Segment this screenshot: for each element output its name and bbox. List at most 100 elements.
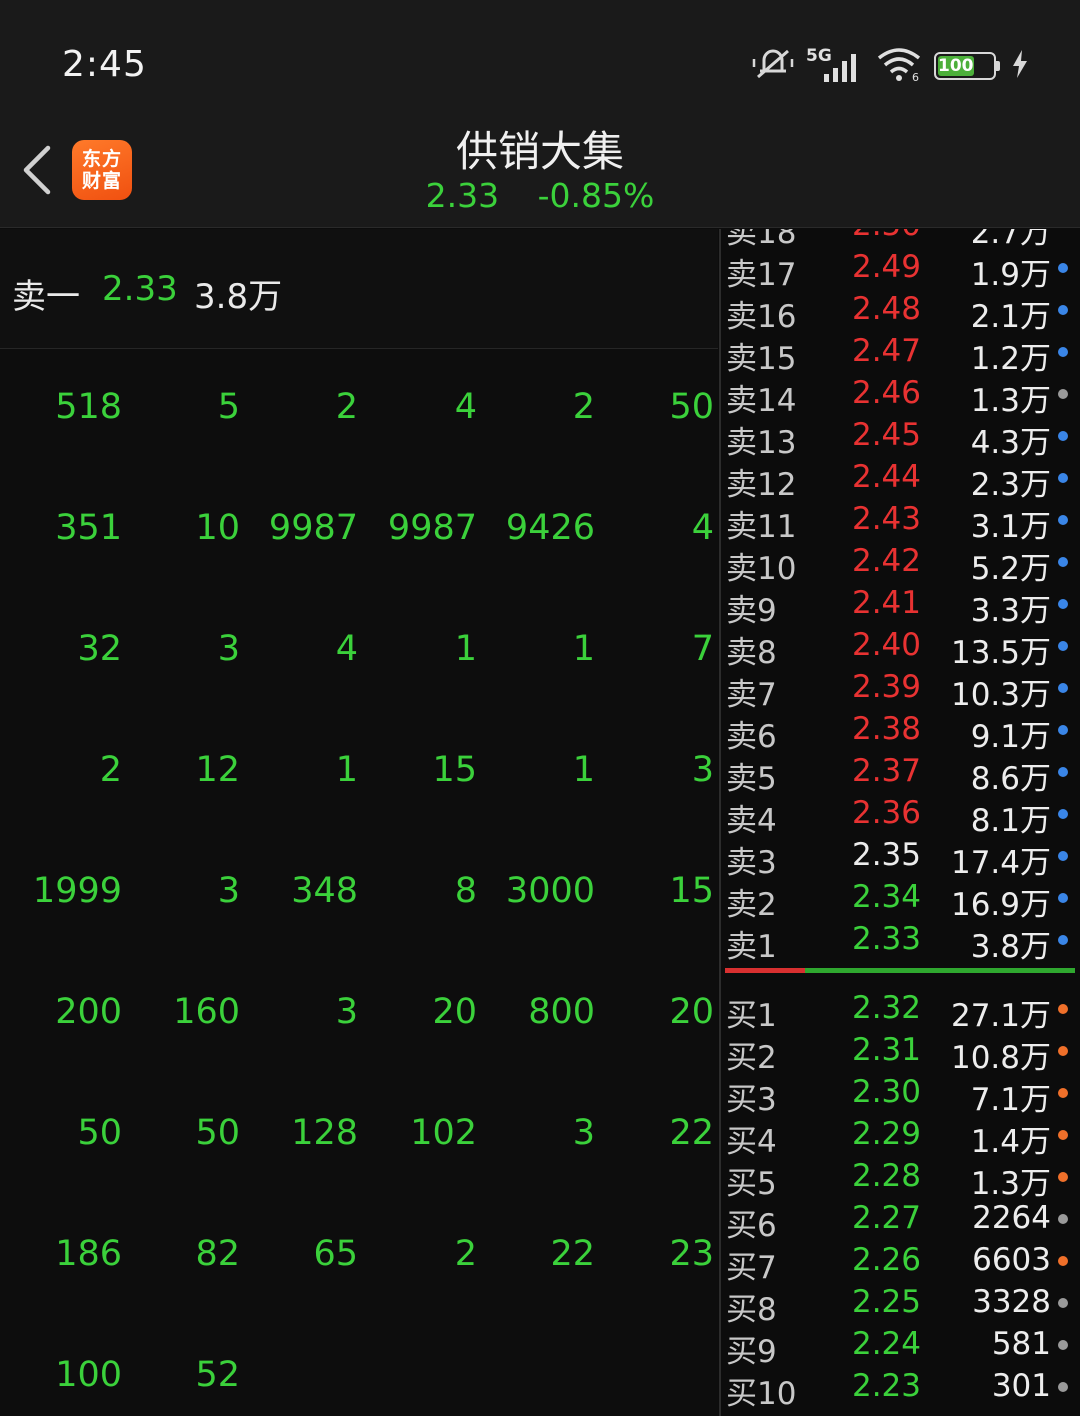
sell-volume: 3.3万 bbox=[970, 593, 1051, 629]
stock-quote: 2.33 -0.85% bbox=[0, 176, 1080, 215]
queue-cell: 3 bbox=[217, 871, 240, 911]
indicator-dot-icon bbox=[1058, 1214, 1068, 1224]
buy-level-label: 买4 bbox=[726, 1124, 777, 1160]
queue-row: 50 50 128 102 3 22 bbox=[0, 1077, 718, 1198]
sell-order-row[interactable]: 卖13 2.45 4.3万 bbox=[721, 415, 1080, 461]
sell-volume: 1.3万 bbox=[970, 383, 1051, 419]
buy-order-row[interactable]: 买6 2.27 2264 bbox=[721, 1198, 1080, 1244]
sell-level-label: 卖14 bbox=[726, 383, 797, 419]
buy-price: 2.26 bbox=[851, 1242, 921, 1278]
buy-order-row[interactable]: 买9 2.24 581 bbox=[721, 1324, 1080, 1370]
buy-volume: 1.3万 bbox=[970, 1166, 1051, 1202]
sell-level-label: 卖11 bbox=[726, 509, 797, 545]
queue-row: 351 10 9987 9987 9426 4 bbox=[0, 472, 718, 593]
buy-price: 2.29 bbox=[851, 1116, 921, 1152]
mute-vibrate-icon bbox=[752, 47, 794, 85]
charging-icon bbox=[1012, 50, 1028, 82]
sell-level-label: 卖2 bbox=[726, 887, 777, 923]
order-book[interactable]: 卖18 2.50 2.7万 卖17 2.49 1.9万卖16 2.48 2.1万卖15 2… bbox=[721, 229, 1080, 1416]
buy-order-row[interactable]: 买8 2.25 3328 bbox=[721, 1282, 1080, 1328]
indicator-dot-icon bbox=[1058, 389, 1068, 399]
buy-level-label: 买10 bbox=[726, 1376, 797, 1412]
sell-order-row[interactable]: 卖11 2.43 3.1万 bbox=[721, 499, 1080, 545]
queue-cell: 186 bbox=[55, 1234, 122, 1274]
buy-order-row[interactable]: 买5 2.28 1.3万 bbox=[721, 1156, 1080, 1202]
sell-price: 2.48 bbox=[851, 291, 921, 327]
status-time: 2:45 bbox=[62, 44, 147, 85]
sell-order-row[interactable]: 卖6 2.38 9.1万 bbox=[721, 709, 1080, 755]
queue-cell: 12 bbox=[195, 750, 240, 790]
sell-level-label: 卖12 bbox=[726, 467, 797, 503]
sell-order-row[interactable]: 卖1 2.33 3.8万 bbox=[721, 919, 1080, 965]
sell-order-row[interactable]: 卖10 2.42 5.2万 bbox=[721, 541, 1080, 587]
indicator-dot-icon bbox=[1058, 557, 1068, 567]
queue-cell: 50 bbox=[77, 1113, 122, 1153]
buy-order-row[interactable]: 买3 2.30 7.1万 bbox=[721, 1072, 1080, 1118]
battery-level: 100 bbox=[938, 56, 974, 76]
buy-order-row[interactable]: 买7 2.26 6603 bbox=[721, 1240, 1080, 1286]
order-queue-panel: 卖一 2.33 3.8万 518 5 2 4 2 50 351 10 9987 9987 9426 4… bbox=[0, 229, 718, 1416]
indicator-dot-icon bbox=[1058, 767, 1068, 777]
sell-level-label: 卖16 bbox=[726, 299, 797, 335]
svg-text:6: 6 bbox=[912, 71, 919, 82]
sell-order-row[interactable]: 卖16 2.48 2.1万 bbox=[721, 289, 1080, 335]
indicator-dot-icon bbox=[1058, 263, 1068, 273]
buy-order-row[interactable]: 买10 2.23 301 bbox=[721, 1366, 1080, 1412]
sell-price: 2.47 bbox=[851, 333, 921, 369]
indicator-dot-icon bbox=[1058, 1172, 1068, 1182]
buy-volume: 6603 bbox=[972, 1242, 1051, 1278]
queue-cell: 5 bbox=[217, 387, 240, 427]
indicator-dot-icon bbox=[1058, 851, 1068, 861]
queue-cell: 15 bbox=[432, 750, 477, 790]
queue-cell: 8 bbox=[454, 871, 477, 911]
queue-cell: 50 bbox=[669, 387, 714, 427]
sell-volume: 3.1万 bbox=[970, 509, 1051, 545]
queue-cell: 1999 bbox=[32, 871, 122, 911]
queue-cell: 3000 bbox=[505, 871, 595, 911]
sell-order-row[interactable]: 卖2 2.34 16.9万 bbox=[721, 877, 1080, 923]
best-ask-summary[interactable]: 卖一 2.33 3.8万 bbox=[0, 229, 718, 349]
queue-row: 200 160 3 20 800 20 bbox=[0, 956, 718, 1077]
sell-price: 2.42 bbox=[851, 543, 921, 579]
buy-order-row[interactable]: 买2 2.31 10.8万 bbox=[721, 1030, 1080, 1076]
sell-volume: 13.5万 bbox=[950, 635, 1051, 671]
sell-order-row[interactable]: 卖17 2.49 1.9万 bbox=[721, 247, 1080, 293]
queue-cell: 800 bbox=[528, 992, 595, 1032]
sell-order-row[interactable]: 卖7 2.39 10.3万 bbox=[721, 667, 1080, 713]
sell-order-row[interactable]: 卖8 2.40 13.5万 bbox=[721, 625, 1080, 671]
indicator-dot-icon bbox=[1058, 473, 1068, 483]
buy-price: 2.23 bbox=[851, 1368, 921, 1404]
sell-level-label: 卖13 bbox=[726, 425, 797, 461]
buy-order-row[interactable]: 买1 2.32 27.1万 bbox=[721, 988, 1080, 1034]
queue-cell: 3 bbox=[335, 992, 358, 1032]
sell-order-row[interactable]: 卖12 2.44 2.3万 bbox=[721, 457, 1080, 503]
sell-order-row[interactable]: 卖15 2.47 1.2万 bbox=[721, 331, 1080, 377]
sell-order-row[interactable]: 卖4 2.36 8.1万 bbox=[721, 793, 1080, 839]
sell-order-row[interactable]: 卖14 2.46 1.3万 bbox=[721, 373, 1080, 419]
status-icons: 5G 6 100 bbox=[752, 46, 1028, 86]
sell-volume: 1.9万 bbox=[970, 257, 1051, 293]
buy-level-label: 买3 bbox=[726, 1082, 777, 1118]
sell-order-row[interactable]: 卖3 2.35 17.4万 bbox=[721, 835, 1080, 881]
buy-order-row[interactable]: 买4 2.29 1.4万 bbox=[721, 1114, 1080, 1160]
sell-price: 2.37 bbox=[851, 753, 921, 789]
queue-cell: 4 bbox=[691, 508, 714, 548]
sell-order-row[interactable]: 卖9 2.41 3.3万 bbox=[721, 583, 1080, 629]
buy-volume: 3328 bbox=[972, 1284, 1051, 1320]
sell-volume: 10.3万 bbox=[950, 677, 1051, 713]
ratio-buy-segment bbox=[805, 968, 1075, 973]
indicator-dot-icon bbox=[1058, 809, 1068, 819]
queue-cell: 50 bbox=[195, 1113, 240, 1153]
sell-level-label: 卖9 bbox=[726, 593, 777, 629]
buy-volume: 301 bbox=[991, 1368, 1051, 1404]
buy-level-label: 买8 bbox=[726, 1292, 777, 1328]
stock-header: 东方 财富 供销大集 2.33 -0.85% bbox=[0, 110, 1080, 228]
sell-price: 2.35 bbox=[851, 837, 921, 873]
queue-cell: 82 bbox=[195, 1234, 240, 1274]
sell-volume: 2.3万 bbox=[970, 467, 1051, 503]
queue-cell: 160 bbox=[173, 992, 240, 1032]
indicator-dot-icon bbox=[1058, 1256, 1068, 1266]
buy-price: 2.28 bbox=[851, 1158, 921, 1194]
queue-cell: 3 bbox=[572, 1113, 595, 1153]
sell-order-row[interactable]: 卖5 2.37 8.6万 bbox=[721, 751, 1080, 797]
